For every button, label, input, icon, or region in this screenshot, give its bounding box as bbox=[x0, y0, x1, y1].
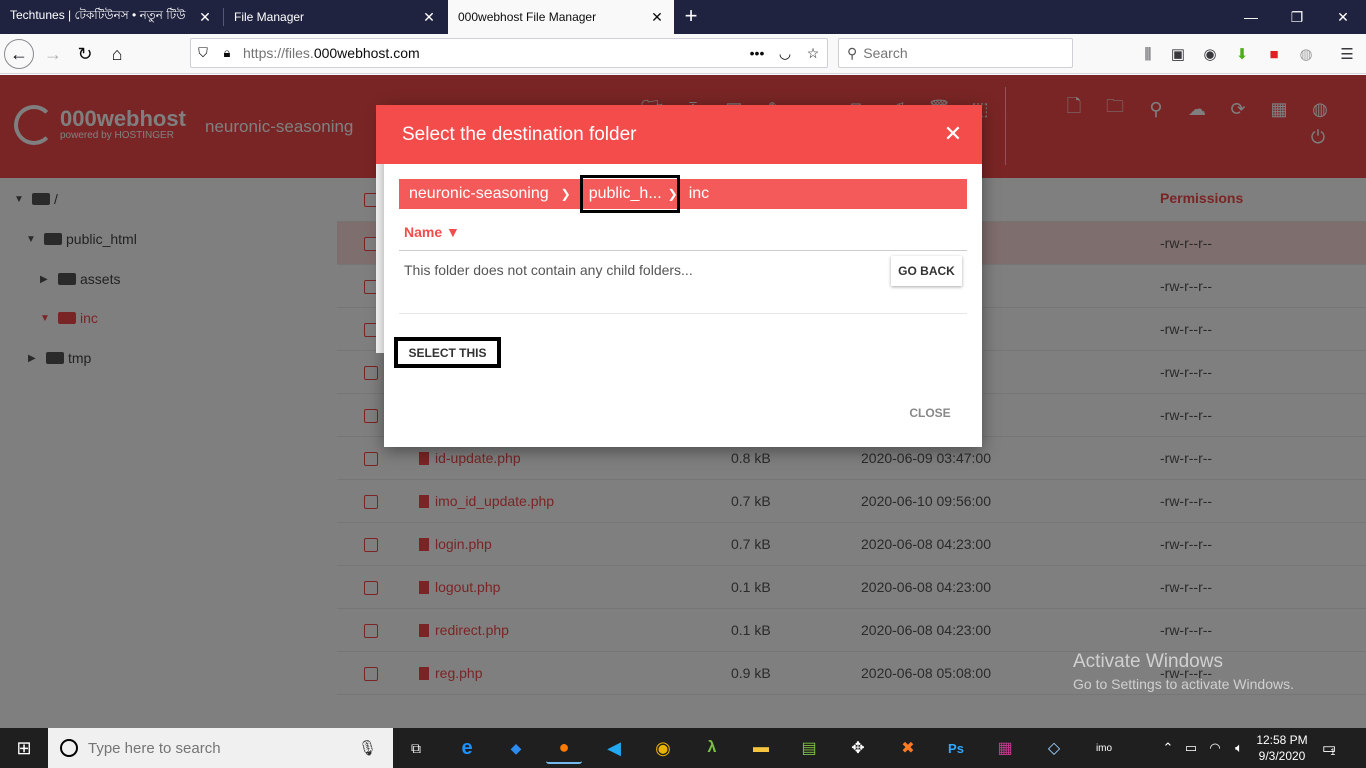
globe-extension-icon[interactable]: ◍ bbox=[1295, 43, 1317, 65]
url-text[interactable]: https://files.000webhost.com bbox=[239, 45, 743, 61]
vscode-icon[interactable]: ◀ bbox=[596, 732, 632, 764]
sidebar-icon[interactable]: ▣ bbox=[1167, 43, 1189, 65]
windows-taskbar: ⊞ 🎙︎ ⧉ e ◆ ● ◀ ◉ λ ▬ ▤ ✥ ✖ Ps ▦ ◇ imo ⌃ … bbox=[0, 728, 1366, 768]
close-icon[interactable]: ✕ bbox=[942, 123, 964, 145]
url-bar[interactable]: ⛉ 🔒︎ https://files.000webhost.com ••• ◡ … bbox=[190, 38, 828, 68]
imo-icon[interactable]: imo bbox=[1086, 732, 1122, 764]
restore-icon[interactable]: ❐ bbox=[1274, 0, 1320, 34]
clock-date: 9/3/2020 bbox=[1258, 749, 1306, 763]
dialog-breadcrumb: neuronic-seasoning ❯ public_h... ❯ inc bbox=[399, 175, 967, 213]
notes-app-icon[interactable]: ◇ bbox=[1036, 732, 1072, 764]
reload-icon[interactable]: ↻ bbox=[70, 39, 100, 69]
page: 000webhost powered by HOSTINGER neuronic… bbox=[0, 75, 1366, 728]
home-icon[interactable]: ⌂ bbox=[102, 39, 132, 69]
breadcrumb-label: neuronic-seasoning bbox=[409, 185, 549, 202]
wifi-icon[interactable]: ◠ bbox=[1203, 740, 1227, 756]
chevron-up-icon[interactable]: ⌃ bbox=[1157, 740, 1179, 756]
winrar-icon[interactable]: ▦ bbox=[987, 732, 1023, 764]
download-extension-icon[interactable]: ⬇ bbox=[1231, 43, 1253, 65]
browser-search-input[interactable] bbox=[863, 45, 1054, 61]
notification-center[interactable]: ▭ 1 bbox=[1322, 728, 1336, 768]
tab-title: Techtunes | টেকটিউনস • নতুন টিউ bbox=[10, 8, 186, 22]
taskbar-search-input[interactable] bbox=[88, 739, 348, 757]
xampp-icon[interactable]: ✖ bbox=[890, 732, 926, 764]
tray-icons: ⌃ ▭ ◠ 🔈︎ bbox=[1157, 728, 1251, 768]
account-icon[interactable]: ◉ bbox=[1199, 43, 1221, 65]
close-icon[interactable]: ✕ bbox=[422, 10, 436, 24]
menu-icon[interactable]: ☰ bbox=[1336, 43, 1358, 65]
breadcrumb-item-neuronic-seasoning[interactable]: neuronic-seasoning ❯ bbox=[399, 179, 581, 209]
close-icon[interactable]: ✕ bbox=[650, 10, 664, 24]
window-close-icon[interactable]: ✕ bbox=[1320, 0, 1366, 34]
dialog-header: Select the destination folder ✕ bbox=[376, 105, 982, 164]
firefox-icon[interactable]: ● bbox=[546, 732, 582, 764]
close-icon[interactable]: ✕ bbox=[198, 10, 212, 24]
chevron-right-icon: ❯ bbox=[560, 187, 571, 201]
lambda-icon[interactable]: λ bbox=[694, 732, 730, 764]
adobe-extension-icon[interactable]: ■ bbox=[1263, 43, 1285, 65]
windows-start-icon[interactable]: ⊞ bbox=[0, 728, 48, 768]
clock-time: 12:58 PM bbox=[1256, 733, 1308, 747]
shield-icon[interactable]: ⛉ bbox=[191, 45, 215, 61]
name-column-header[interactable]: Name ▼ bbox=[404, 224, 460, 240]
activate-windows-watermark: Activate Windows Go to Settings to activ… bbox=[1073, 651, 1294, 692]
chrome-icon[interactable]: ◉ bbox=[645, 732, 681, 764]
cursor-tool-icon[interactable]: ✥ bbox=[840, 732, 876, 764]
url-host: 000webhost.com bbox=[313, 45, 420, 61]
tab-title: 000webhost File Manager bbox=[458, 10, 597, 24]
minimize-icon[interactable]: ― bbox=[1228, 0, 1274, 34]
tab-techtunes[interactable]: Techtunes | টেকটিউনস • নতুন টিউ ✕ bbox=[0, 0, 222, 34]
page-actions-icon[interactable]: ••• bbox=[743, 45, 771, 61]
file-explorer-icon[interactable]: ▬ bbox=[743, 732, 779, 764]
notification-count: 1 bbox=[1330, 747, 1336, 757]
browser-search-bar[interactable]: ⚲ bbox=[838, 38, 1073, 68]
new-tab-icon[interactable]: + bbox=[680, 5, 702, 29]
photoshop-icon[interactable]: Ps bbox=[938, 732, 974, 764]
watermark-subtitle: Go to Settings to activate Windows. bbox=[1073, 676, 1294, 692]
chevron-right-icon: ❯ bbox=[667, 187, 678, 201]
task-view-icon[interactable]: ⧉ bbox=[398, 732, 434, 764]
bookmark-star-icon[interactable]: ☆ bbox=[799, 45, 827, 62]
system-clock[interactable]: 12:58 PM 9/3/2020 bbox=[1253, 732, 1311, 764]
search-icon: ⚲ bbox=[847, 44, 858, 61]
divider bbox=[399, 313, 967, 314]
tab-000webhost-file-manager[interactable]: 000webhost File Manager ✕ bbox=[448, 0, 674, 34]
breadcrumb-item-public-html[interactable]: public_h... ❯ bbox=[579, 175, 680, 213]
divider bbox=[399, 250, 967, 251]
library-icon[interactable]: ⫼ bbox=[1137, 43, 1159, 65]
browser-tab-bar: Techtunes | টেকটিউনস • নতুন টিউ ✕ File M… bbox=[0, 0, 1366, 34]
breadcrumb-item-inc[interactable]: inc bbox=[679, 179, 719, 209]
notepad-icon[interactable]: ▤ bbox=[791, 732, 827, 764]
edge-icon[interactable]: e bbox=[449, 732, 485, 764]
cortana-icon bbox=[60, 739, 78, 757]
url-prefix: https://files. bbox=[243, 45, 314, 61]
forward-icon[interactable]: → bbox=[38, 39, 68, 69]
taskbar-search-box[interactable]: 🎙︎ bbox=[48, 728, 393, 768]
breadcrumb-label: public_h... bbox=[588, 185, 662, 202]
git-icon[interactable]: ◆ bbox=[498, 732, 534, 764]
dialog-title: Select the destination folder bbox=[402, 124, 637, 145]
back-icon[interactable]: ← bbox=[4, 39, 34, 69]
go-back-button[interactable]: GO BACK bbox=[891, 256, 962, 286]
select-this-button[interactable]: SELECT THIS bbox=[394, 337, 501, 368]
breadcrumb-label: inc bbox=[688, 185, 710, 202]
microphone-icon[interactable]: 🎙︎ bbox=[358, 739, 377, 757]
browser-nav-bar: ← → ↻ ⌂ ⛉ 🔒︎ https://files.000webhost.co… bbox=[0, 34, 1366, 74]
volume-muted-icon[interactable]: 🔈︎ bbox=[1227, 740, 1251, 756]
pocket-icon[interactable]: ◡ bbox=[771, 45, 799, 62]
empty-folder-message: This folder does not contain any child f… bbox=[404, 262, 693, 278]
lock-icon[interactable]: 🔒︎ bbox=[215, 45, 239, 61]
close-button[interactable]: CLOSE bbox=[895, 398, 965, 428]
battery-icon[interactable]: ▭ bbox=[1179, 740, 1203, 756]
watermark-title: Activate Windows bbox=[1073, 651, 1223, 672]
tab-title: File Manager bbox=[234, 10, 305, 24]
tab-file-manager[interactable]: File Manager ✕ bbox=[224, 0, 446, 34]
destination-folder-dialog: Select the destination folder ✕ neuronic… bbox=[376, 105, 982, 447]
